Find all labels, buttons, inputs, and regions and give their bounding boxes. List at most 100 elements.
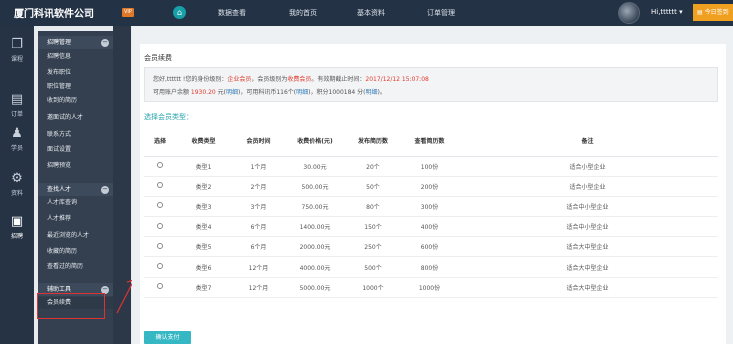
sidebar-item-course[interactable]: ❐ 课程 [0, 38, 34, 64]
table-cell: 30.00元 [286, 156, 344, 177]
select-type-title: 选择会员类型： [144, 113, 193, 121]
membership-radio[interactable] [157, 222, 163, 229]
table-row[interactable]: 类型4 6个月 1400.00元 150个 400份 适合中小型企业 [144, 216, 718, 238]
table-row[interactable]: 类型7 12个月 5000.00元 1000个 1000份 适合大中型企业 [144, 277, 718, 298]
table-cell: 200份 [402, 176, 457, 197]
table-cell: 50个 [344, 176, 402, 197]
table-row[interactable]: 类型1 1个月 30.00元 20个 100份 适合小型企业 [144, 156, 718, 177]
table-cell: 类型3 [176, 196, 231, 218]
member-type: 收费会员 [287, 76, 312, 83]
sign-in-button[interactable]: ▤ 今日签到 [693, 4, 733, 21]
menu-item-recent-talent[interactable]: 最近浏览的人才 [47, 230, 111, 242]
menu-item-job-info[interactable]: 招聘信息 [47, 51, 111, 63]
info-text: )，可用科讯币116个( [238, 89, 297, 96]
settings-icon: ⚙ [11, 171, 23, 186]
column-header: 选择 [144, 126, 176, 157]
table-cell: 4000.00元 [286, 256, 344, 278]
menu-item-recruit-preview[interactable]: 招聘预览 [47, 160, 111, 172]
select-cell [144, 216, 176, 238]
table-cell: 1400.00元 [286, 216, 344, 238]
menu-item-interview-settings[interactable]: 面试设置 [47, 144, 111, 156]
collapse-icon[interactable]: − [101, 39, 109, 47]
membership-radio[interactable] [157, 162, 163, 169]
sidebar-item-recruit[interactable]: ▣ 招聘 [0, 215, 34, 241]
column-header: 备注 [457, 126, 718, 157]
sidebar-item-label: 招聘 [10, 233, 23, 240]
table-row[interactable]: 类型3 3个月 750.00元 80个 300份 适合中小型企业 [144, 196, 718, 218]
sidebar-item-label: 课程 [10, 56, 23, 63]
membership-table: 选择 收费类型 会员时间 收费价格(元) 发布简历数 查看简历数 备注 类型1 1… [144, 126, 718, 298]
table-cell: 20个 [344, 156, 402, 177]
top-bar: 厦门科讯软件公司 VIP ⌂ 数据查看 我的首页 基本资料 订单管理 Hi,tt… [0, 0, 733, 26]
collapse-icon[interactable]: − [101, 186, 109, 194]
membership-radio[interactable] [157, 283, 163, 290]
menu-group-recruit[interactable]: 招聘管理 − [38, 36, 113, 49]
menu-group-title: 招聘管理 [47, 39, 72, 46]
table-cell: 适合大中型企业 [457, 277, 718, 298]
menu-item-invited-talent[interactable]: 邀面试的人才 [47, 112, 111, 124]
sidebar-item-order[interactable]: ▤ 订单 [0, 92, 34, 119]
column-header: 查看简历数 [402, 126, 457, 157]
menu-item-post-job[interactable]: 发布职位 [47, 67, 111, 79]
table-cell: 6个月 [231, 236, 286, 258]
membership-radio[interactable] [157, 242, 163, 249]
highlight-box [37, 293, 105, 319]
table-cell: 2000.00元 [286, 236, 344, 258]
table-cell: 类型2 [176, 176, 231, 197]
avatar[interactable] [618, 2, 640, 24]
menu-item-talent-recommend[interactable]: 人才推荐 [47, 213, 111, 225]
content-panel: 会员续费 您好,tttttt !您的身份级别：企业会员，会员级别为收费会员。有效… [140, 44, 726, 344]
menu-group-title: 查找人才 [47, 186, 72, 193]
table-cell: 类型5 [176, 236, 231, 258]
table-cell: 类型1 [176, 156, 231, 177]
balance-detail-link[interactable]: 明细 [226, 89, 238, 96]
menu-group-find-talent[interactable]: 查找人才 − [38, 183, 113, 196]
order-icon: ▤ [10, 92, 24, 107]
table-row[interactable]: 类型5 6个月 2000.00元 250个 600份 适合大中型企业 [144, 236, 718, 258]
nav-order-management[interactable]: 订单管理 [427, 8, 455, 18]
table-cell: 适合小型企业 [457, 176, 718, 197]
menu-item-contact[interactable]: 联系方式 [47, 129, 111, 141]
coin-detail-link[interactable]: 明细 [296, 89, 308, 96]
info-text: 。有效期截止时间： [311, 76, 366, 83]
app-logo[interactable]: 厦门科讯软件公司 [14, 5, 94, 20]
select-cell [144, 176, 176, 197]
sidebar-item-profile[interactable]: ⚙ 资料 [0, 171, 34, 198]
vip-badge: VIP [122, 8, 134, 17]
table-cell: 2个月 [231, 176, 286, 197]
column-header: 收费类型 [176, 126, 231, 157]
user-menu[interactable]: Hi,tttttt ▾ [651, 8, 683, 16]
menu-item-talent-search[interactable]: 人才库查询 [47, 197, 111, 209]
table-cell: 1000个 [344, 277, 402, 298]
member-info-line1: 您好,tttttt !您的身份级别：企业会员，会员级别为收费会员。有效期截止时间… [153, 73, 709, 86]
info-text: 元( [215, 89, 226, 96]
nav-my-home[interactable]: 我的首页 [289, 8, 317, 18]
table-cell: 适合小型企业 [457, 156, 718, 177]
table-cell: 适合中小型企业 [457, 216, 718, 238]
sidebar-item-label: 订单 [10, 111, 23, 118]
confirm-payment-button[interactable]: 确认支付 [144, 331, 191, 344]
table-cell: 400份 [402, 216, 457, 238]
select-cell [144, 277, 176, 298]
menu-item-received-resumes[interactable]: 收到的简历 [47, 95, 111, 107]
membership-radio[interactable] [157, 202, 163, 209]
column-header: 发布简历数 [344, 126, 402, 157]
membership-radio[interactable] [157, 263, 163, 270]
sidebar-item-student[interactable]: ♟ 学员 [0, 127, 34, 153]
member-level: 企业会员 [227, 76, 252, 83]
table-header-row: 选择 收费类型 会员时间 收费价格(元) 发布简历数 查看简历数 备注 [144, 126, 718, 157]
table-row[interactable]: 类型6 12个月 4000.00元 500个 800份 适合大中型企业 [144, 256, 718, 278]
menu-item-job-manage[interactable]: 职位管理 [47, 81, 111, 93]
nav-data-view[interactable]: 数据查看 [218, 8, 246, 18]
home-icon[interactable]: ⌂ [173, 6, 186, 19]
menu-item-viewed-resumes[interactable]: 查看过的简历 [47, 261, 111, 273]
table-cell: 3个月 [231, 196, 286, 218]
expiry-date: 2017/12/12 15:07:08 [365, 76, 429, 83]
membership-radio[interactable] [157, 182, 163, 189]
table-cell: 1个月 [231, 156, 286, 177]
points-detail-link[interactable]: 明细 [365, 89, 377, 96]
nav-basic-info[interactable]: 基本资料 [357, 8, 385, 18]
member-info-box: 您好,tttttt !您的身份级别：企业会员，会员级别为收费会员。有效期截止时间… [144, 67, 718, 102]
table-row[interactable]: 类型2 2个月 500.00元 50个 200份 适合小型企业 [144, 176, 718, 197]
menu-item-saved-resumes[interactable]: 收藏的简历 [47, 246, 111, 258]
